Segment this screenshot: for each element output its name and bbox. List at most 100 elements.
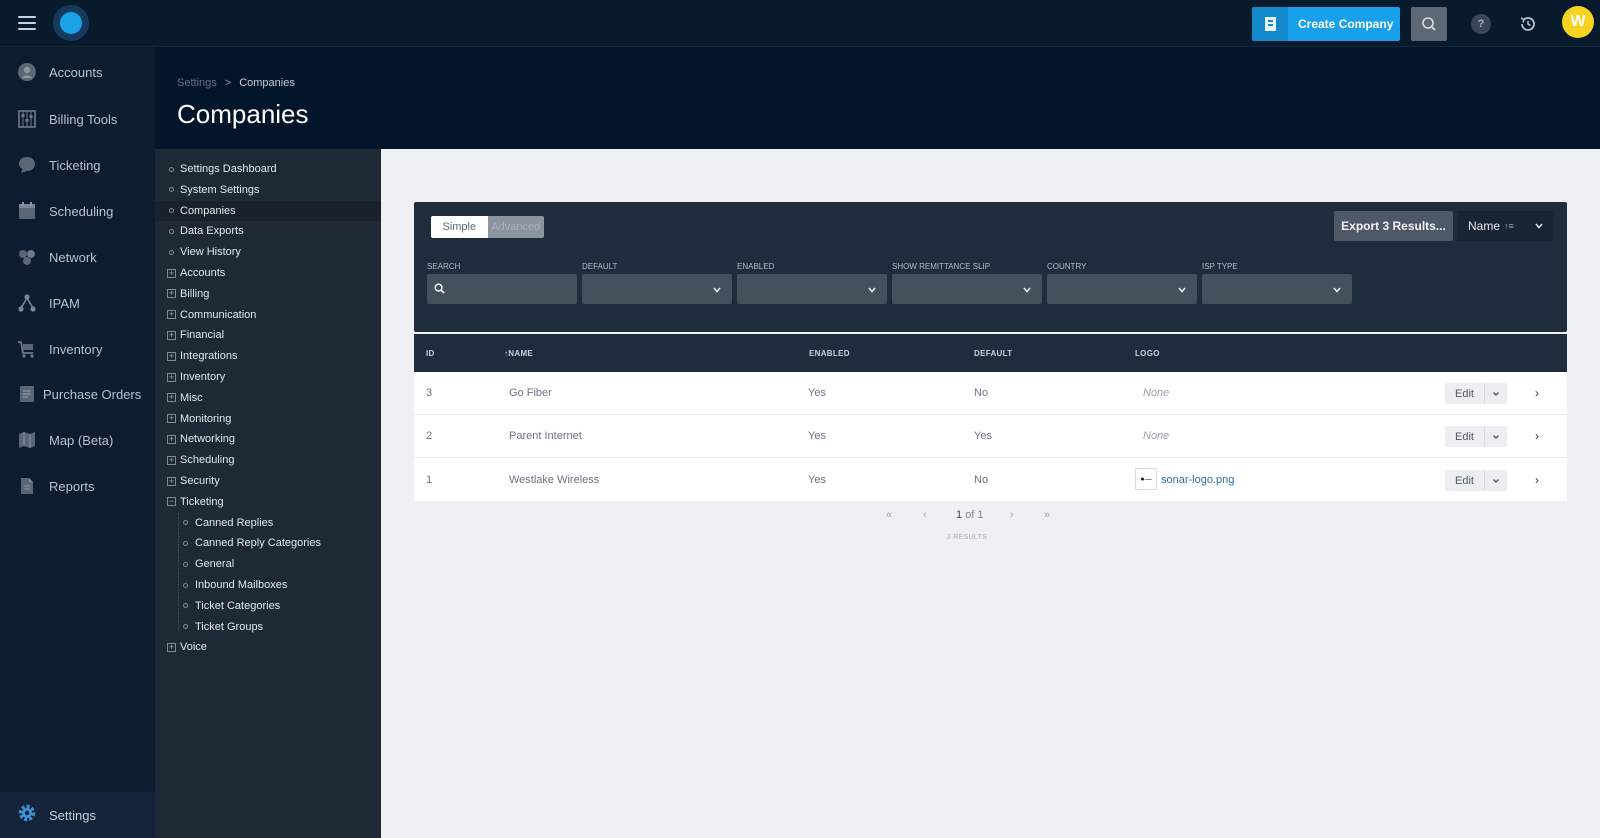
tree-item-accounts[interactable]: + Accounts (155, 263, 381, 283)
table-row[interactable]: 1 Westlake Wireless Yes No ●— sonar-logo… (414, 458, 1567, 501)
show-remittance-slip-select[interactable] (892, 274, 1042, 304)
expand-icon[interactable]: + (167, 289, 176, 299)
last-page-button[interactable]: » (1044, 509, 1050, 521)
nav-item-network[interactable]: Network (0, 237, 155, 277)
chevron-right-icon[interactable]: › (1535, 429, 1539, 443)
expand-icon[interactable]: + (167, 476, 176, 486)
country-select[interactable] (1047, 274, 1197, 304)
tree-item-general[interactable]: General (155, 554, 381, 574)
tree-item-canned-reply-categories[interactable]: Canned Reply Categories (155, 533, 381, 553)
nav-item-scheduling[interactable]: Scheduling (0, 191, 155, 231)
logo-thumbnail[interactable]: ●— (1135, 468, 1157, 490)
app-logo[interactable] (53, 5, 89, 41)
map-icon (17, 430, 37, 450)
tree-item-integrations[interactable]: + Integrations (155, 346, 381, 366)
expand-icon[interactable]: + (167, 455, 176, 465)
nav-item-settings[interactable]: Settings (0, 792, 155, 838)
expand-icon[interactable]: + (167, 330, 176, 340)
tree-item-canned-replies[interactable]: Canned Replies (155, 513, 381, 533)
tree-item-communication[interactable]: + Communication (155, 305, 381, 325)
edit-menu-toggle[interactable] (1485, 470, 1507, 491)
expand-icon[interactable]: + (167, 393, 176, 403)
search-input[interactable] (449, 274, 573, 304)
tree-item-system-settings[interactable]: System Settings (155, 180, 381, 200)
expand-icon[interactable]: + (167, 268, 176, 278)
tree-item-voice[interactable]: + Voice (155, 637, 381, 657)
chevron-down-icon (1178, 287, 1186, 293)
history-icon[interactable] (1517, 13, 1539, 35)
tree-item-ticket-categories[interactable]: Ticket Categories (155, 596, 381, 616)
column-header-default[interactable]: DEFAULT (974, 349, 1012, 358)
table-row[interactable]: 3 Go Fiber Yes No None Edit › (414, 372, 1567, 415)
chevron-right-icon[interactable]: › (1535, 386, 1539, 400)
collapse-icon[interactable]: − (167, 497, 176, 507)
default-select[interactable] (582, 274, 732, 304)
expand-icon[interactable]: + (167, 351, 176, 361)
tree-item-data-exports[interactable]: Data Exports (155, 221, 381, 241)
first-page-button[interactable]: « (886, 509, 892, 521)
tree-item-scheduling[interactable]: + Scheduling (155, 450, 381, 470)
expand-icon[interactable]: + (167, 434, 176, 444)
tree-item-ticketing[interactable]: − Ticketing (155, 492, 381, 512)
column-header-id[interactable]: ID (426, 349, 435, 358)
previous-page-button[interactable]: ‹ (923, 509, 927, 521)
isp-type-select[interactable] (1202, 274, 1352, 304)
advanced-mode-button[interactable]: Advanced (487, 216, 544, 238)
tree-item-label: Communication (180, 308, 257, 321)
nav-item-reports[interactable]: Reports (0, 466, 155, 506)
tree-item-inbound-mailboxes[interactable]: Inbound Mailboxes (155, 575, 381, 595)
tree-item-billing[interactable]: + Billing (155, 284, 381, 304)
nav-item-billing-tools[interactable]: Billing Tools (0, 99, 155, 139)
edit-menu-toggle[interactable] (1485, 426, 1507, 447)
table-row[interactable]: 2 Parent Internet Yes Yes None Edit › (414, 415, 1567, 458)
expand-icon[interactable]: + (167, 642, 176, 652)
nav-item-purchase-orders[interactable]: Purchase Orders (0, 374, 155, 414)
user-avatar[interactable]: W (1562, 6, 1594, 38)
chevron-right-icon[interactable]: › (1535, 473, 1539, 487)
search-field[interactable] (427, 274, 577, 304)
next-page-button[interactable]: › (1010, 509, 1014, 521)
breadcrumb-settings-link[interactable]: Settings (177, 77, 217, 89)
sort-select[interactable]: Name ↑≡ (1457, 211, 1553, 241)
cell-enabled: Yes (808, 474, 826, 486)
edit-button[interactable]: Edit (1445, 383, 1485, 404)
edit-button[interactable]: Edit (1445, 470, 1485, 491)
edit-menu-toggle[interactable] (1485, 383, 1507, 404)
bullet-icon (183, 582, 188, 588)
tree-item-security[interactable]: + Security (155, 471, 381, 491)
tree-item-settings-dashboard[interactable]: Settings Dashboard (155, 159, 381, 179)
column-header-enabled[interactable]: ENABLED (809, 349, 850, 358)
edit-button[interactable]: Edit (1445, 426, 1485, 447)
nav-item-ticketing[interactable]: Ticketing (0, 145, 155, 185)
tree-item-networking[interactable]: + Networking (155, 429, 381, 449)
expand-icon[interactable]: + (167, 310, 176, 320)
filter-isp-type: ISP TYPE (1202, 262, 1352, 304)
nav-item-map-beta[interactable]: Map (Beta) (0, 420, 155, 460)
nav-item-accounts[interactable]: Accounts (0, 52, 155, 92)
tree-item-label: Companies (180, 204, 236, 217)
nav-item-ipam[interactable]: IPAM (0, 283, 155, 323)
simple-mode-button[interactable]: Simple (431, 216, 488, 238)
tree-item-ticket-groups[interactable]: Ticket Groups (155, 617, 381, 637)
tree-item-companies[interactable]: Companies (155, 200, 381, 221)
tree-item-view-history[interactable]: View History (155, 242, 381, 262)
export-results-button[interactable]: Export 3 Results... (1334, 211, 1453, 241)
expand-icon[interactable]: + (167, 414, 176, 424)
global-search-button[interactable] (1411, 7, 1447, 41)
enabled-select[interactable] (737, 274, 887, 304)
tree-item-financial[interactable]: + Financial (155, 325, 381, 345)
logo-file-link[interactable]: sonar-logo.png (1161, 474, 1234, 486)
tree-item-monitoring[interactable]: + Monitoring (155, 409, 381, 429)
help-icon[interactable]: ? (1471, 14, 1491, 34)
document-icon (17, 476, 37, 496)
column-header-name[interactable]: ↑NAME (504, 349, 533, 358)
create-company-button[interactable]: Create Company (1252, 7, 1400, 41)
tree-item-inventory[interactable]: + Inventory (155, 367, 381, 387)
tree-item-misc[interactable]: + Misc (155, 388, 381, 408)
chevron-down-icon (1333, 287, 1341, 293)
menu-icon[interactable] (18, 16, 36, 30)
column-header-logo[interactable]: LOGO (1135, 349, 1160, 358)
nav-item-inventory[interactable]: Inventory (0, 329, 155, 369)
expand-icon[interactable]: + (167, 372, 176, 382)
cell-enabled: Yes (808, 430, 826, 442)
